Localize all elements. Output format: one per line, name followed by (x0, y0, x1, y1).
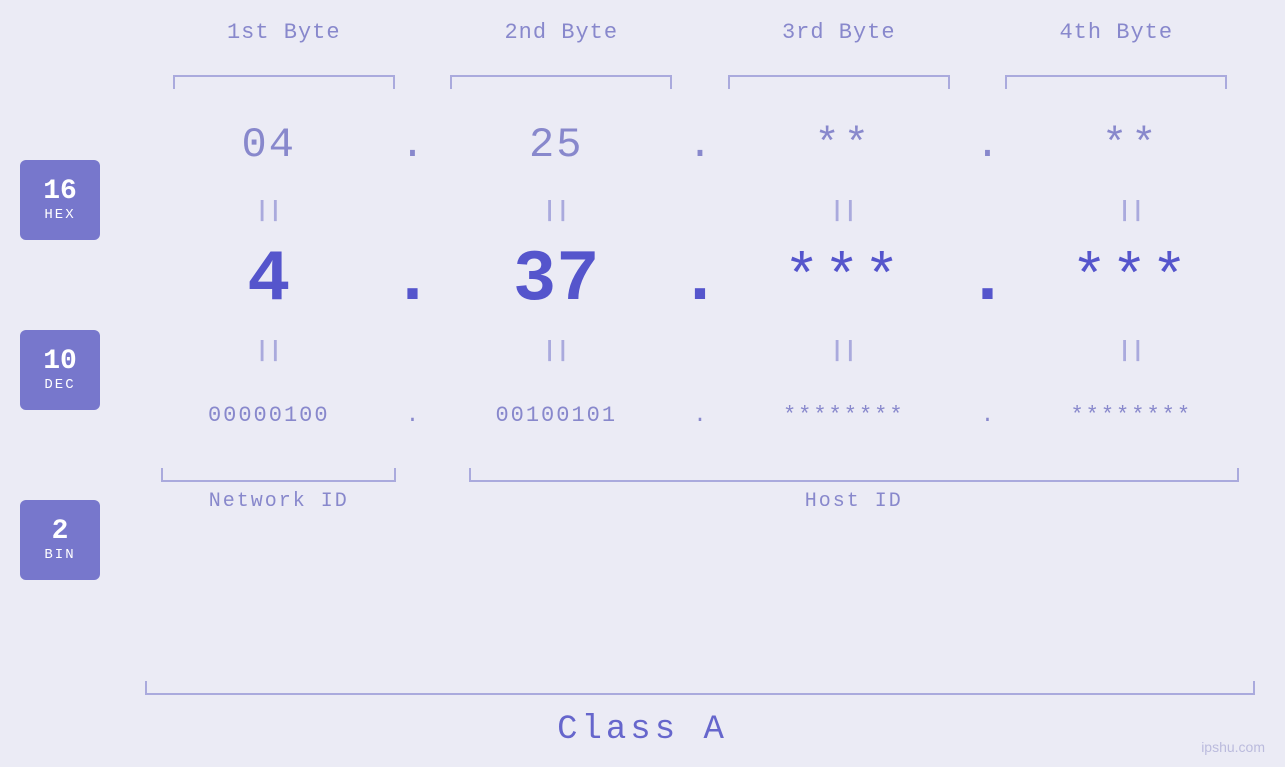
dec-dot-2: . (680, 239, 720, 321)
network-id-bracket: Network ID (145, 468, 413, 513)
bin-value-1: 00000100 (208, 403, 330, 428)
bin-cell-2: 00100101 (433, 403, 681, 428)
eq1-sym-3: || (831, 198, 857, 223)
eq2-sym-4: || (1118, 338, 1144, 363)
content-area: 04 . 25 . ** . ** || (145, 100, 1255, 513)
hex-label: HEX (44, 207, 75, 223)
bottom-bracket-row: Network ID Host ID (145, 468, 1255, 513)
hex-dot-2: . (680, 121, 720, 169)
hex-cell-4: ** (1008, 121, 1256, 169)
dec-cell-4: *** (1008, 246, 1256, 314)
hex-badge: 16 HEX (20, 160, 100, 240)
hex-value-2: 25 (529, 121, 583, 169)
dec-value-2: 37 (513, 239, 599, 321)
bracket-line-1 (173, 75, 395, 89)
byte-headers: 1st Byte 2nd Byte 3rd Byte 4th Byte (145, 20, 1255, 45)
eq2-cell4: || (1008, 338, 1256, 363)
bracket-line-3 (728, 75, 950, 89)
dec-dot-sym-2: . (678, 239, 721, 321)
dec-star-4: *** (1071, 246, 1191, 314)
top-brackets (145, 75, 1255, 89)
eq1-sym-2: || (543, 198, 569, 223)
dec-cell-3: *** (720, 246, 968, 314)
byte3-header: 3rd Byte (700, 20, 978, 45)
bin-dot-sym-2: . (693, 403, 706, 428)
byte4-header: 4th Byte (978, 20, 1256, 45)
dec-value-1: 4 (247, 239, 290, 321)
eq1-sym-4: || (1118, 198, 1144, 223)
eq1-cell2: || (433, 198, 681, 223)
base-labels: 16 HEX 10 DEC 2 BIN (20, 130, 100, 580)
bin-label: BIN (44, 547, 75, 563)
equals-row-1: || || || || (145, 190, 1255, 230)
dec-dot-sym-3: . (966, 239, 1009, 321)
dec-dot-sym-1: . (391, 239, 434, 321)
hex-row: 04 . 25 . ** . ** (145, 100, 1255, 190)
bracket-byte4 (978, 75, 1256, 89)
hex-star-4: ** (1102, 121, 1160, 169)
eq2-sym-2: || (543, 338, 569, 363)
hex-dot-sym-3: . (975, 121, 1000, 169)
class-label: Class A (0, 711, 1285, 749)
eq1-cell4: || (1008, 198, 1256, 223)
hex-dot-1: . (393, 121, 433, 169)
dec-label: DEC (44, 377, 75, 393)
eq2-cell1: || (145, 338, 393, 363)
host-id-label: Host ID (805, 490, 903, 513)
bin-value-2: 00100101 (495, 403, 617, 428)
hex-cell-3: ** (720, 121, 968, 169)
eq1-cell3: || (720, 198, 968, 223)
dec-dot-3: . (968, 239, 1008, 321)
bin-cell-1: 00000100 (145, 403, 393, 428)
host-id-bracket: Host ID (453, 468, 1256, 513)
dec-star-3: *** (784, 246, 904, 314)
bin-num: 2 (52, 517, 69, 548)
bracket-byte2 (423, 75, 701, 89)
dec-cell-1: 4 (145, 239, 393, 321)
eq2-sym-3: || (831, 338, 857, 363)
bin-dot-sym-3: . (981, 403, 994, 428)
dec-badge: 10 DEC (20, 330, 100, 410)
bin-badge: 2 BIN (20, 500, 100, 580)
eq2-cell3: || (720, 338, 968, 363)
hex-dot-sym-2: . (687, 121, 712, 169)
hex-dot-3: . (968, 121, 1008, 169)
equals-row-2: || || || || (145, 330, 1255, 370)
eq1-cell1: || (145, 198, 393, 223)
page-container: 1st Byte 2nd Byte 3rd Byte 4th Byte 16 H… (0, 0, 1285, 767)
bin-cell-3: ******** (720, 403, 968, 428)
hex-cell-1: 04 (145, 121, 393, 169)
bin-star-4: ******** (1070, 403, 1192, 428)
watermark: ipshu.com (1201, 739, 1265, 755)
bin-dot-3: . (968, 403, 1008, 428)
bracket-byte1 (145, 75, 423, 89)
dec-dot-1: . (393, 239, 433, 321)
network-bracket-line (161, 468, 396, 482)
byte2-header: 2nd Byte (423, 20, 701, 45)
dec-num: 10 (43, 347, 77, 378)
hex-cell-2: 25 (433, 121, 681, 169)
bin-cell-4: ******** (1008, 403, 1256, 428)
bin-dot-1: . (393, 403, 433, 428)
bracket-line-2 (450, 75, 672, 89)
hex-value-1: 04 (242, 121, 296, 169)
bin-dot-2: . (680, 403, 720, 428)
full-bottom-bracket (145, 681, 1255, 695)
host-bracket-line (469, 468, 1239, 482)
hex-num: 16 (43, 177, 77, 208)
bin-dot-sym-1: . (406, 403, 419, 428)
eq2-cell2: || (433, 338, 681, 363)
eq2-sym-1: || (256, 338, 282, 363)
bracket-line-4 (1005, 75, 1227, 89)
byte1-header: 1st Byte (145, 20, 423, 45)
bracket-byte3 (700, 75, 978, 89)
bin-star-3: ******** (783, 403, 905, 428)
network-id-label: Network ID (209, 490, 349, 513)
bin-row: 00000100 . 00100101 . ******** . *******… (145, 370, 1255, 460)
eq1-sym-1: || (256, 198, 282, 223)
hex-dot-sym-1: . (400, 121, 425, 169)
hex-star-3: ** (815, 121, 873, 169)
dec-row: 4 . 37 . *** . *** (145, 230, 1255, 330)
dec-cell-2: 37 (433, 239, 681, 321)
